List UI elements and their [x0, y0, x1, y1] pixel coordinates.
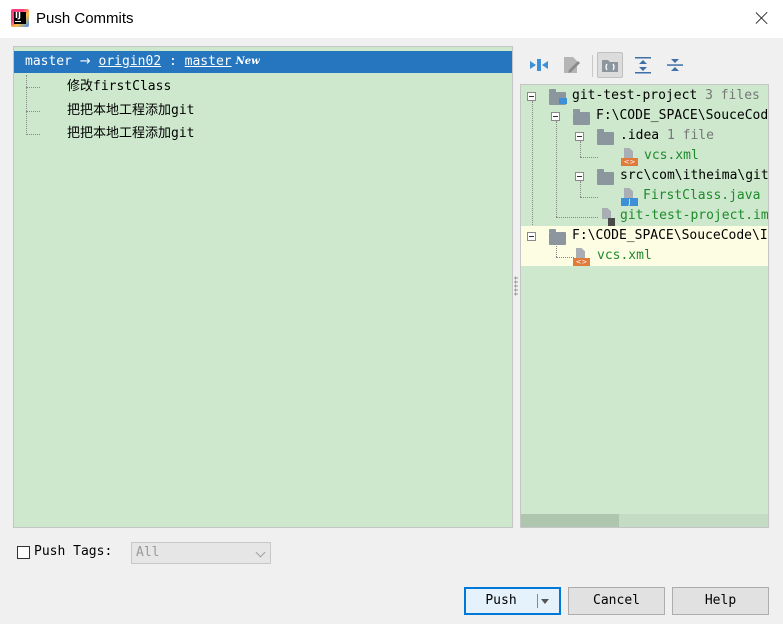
- cancel-button[interactable]: Cancel: [568, 587, 665, 615]
- folder-icon: [597, 129, 614, 145]
- branch-separator: :: [168, 54, 177, 69]
- tree-node-root-path[interactable]: F:\CODE_SPACE\SouceCode\git-test-project: [596, 106, 768, 126]
- new-badge: New: [235, 56, 260, 67]
- chevron-down-icon: [255, 547, 266, 558]
- remote-branch-link[interactable]: master: [185, 54, 232, 69]
- dropdown-arrow-icon[interactable]: [541, 599, 549, 604]
- local-branch: master: [25, 54, 72, 69]
- help-button[interactable]: Help: [672, 587, 769, 615]
- java-file-icon: J: [621, 188, 639, 206]
- tree-node-idea[interactable]: .idea 1 file: [620, 126, 714, 146]
- commit-row[interactable]: 修改firstClass: [14, 75, 512, 99]
- folder-icon: [597, 169, 614, 185]
- title-bar: IJ Push Commits: [0, 0, 783, 38]
- folder-icon: [549, 229, 566, 245]
- collapse-toggle[interactable]: [551, 112, 560, 121]
- collapse-toggle[interactable]: [527, 92, 536, 101]
- expand-all-icon[interactable]: [630, 52, 656, 78]
- push-arrow-icon: →: [79, 54, 91, 69]
- tree-node-file[interactable]: FirstClass.java: [643, 186, 760, 206]
- close-icon[interactable]: [753, 9, 771, 27]
- commit-row[interactable]: 把把本地工程添加git: [14, 99, 512, 123]
- push-tags-select: All: [131, 542, 271, 564]
- splitter-handle[interactable]: [514, 276, 518, 296]
- expand-collapse-icon[interactable]: [526, 52, 552, 78]
- file-count: 3 files: [705, 88, 760, 103]
- xml-file-icon: <>: [573, 248, 591, 266]
- window-title: Push Commits: [36, 10, 134, 27]
- tree-node-file[interactable]: git-test-project.iml: [620, 206, 768, 226]
- tree-node-project[interactable]: git-test-project 3 files: [572, 86, 760, 106]
- commit-list: 修改firstClass 把把本地工程添加git 把把本地工程添加git: [14, 75, 512, 146]
- tree-node-file[interactable]: vcs.xml: [644, 146, 699, 166]
- push-tags-label: Push Tags:: [34, 544, 113, 559]
- file-count: 1 file: [666, 128, 714, 143]
- group-by-directory-icon[interactable]: [597, 52, 623, 78]
- collapse-toggle[interactable]: [575, 132, 584, 141]
- commit-row[interactable]: 把把本地工程添加git: [14, 122, 512, 146]
- iml-file-icon: [599, 208, 617, 226]
- collapse-toggle[interactable]: [527, 232, 536, 241]
- edit-source-icon[interactable]: [558, 52, 584, 78]
- changed-files-tree: git-test-project 3 files F:\CODE_SPACE\S…: [520, 84, 769, 528]
- collapse-toggle[interactable]: [575, 172, 584, 181]
- push-button[interactable]: Push: [464, 587, 561, 615]
- horizontal-scrollbar[interactable]: [521, 514, 768, 527]
- tree-node-src[interactable]: src\com\itheima\git: [620, 166, 768, 186]
- tree-node-second-root[interactable]: F:\CODE_SPACE\SouceCode\IdeaProjects: [572, 226, 768, 246]
- xml-file-icon: <>: [621, 148, 639, 166]
- intellij-app-icon: IJ: [11, 9, 29, 27]
- branch-header-row[interactable]: master → origin02 : master New: [14, 51, 512, 73]
- commit-message: 修改firstClass: [67, 79, 172, 94]
- folder-icon: [573, 109, 590, 125]
- scrollbar-thumb[interactable]: [521, 514, 619, 527]
- push-tags-checkbox[interactable]: [17, 546, 30, 559]
- commit-message: 把把本地工程添加git: [67, 126, 195, 141]
- tree-node-file[interactable]: vcs.xml: [597, 246, 652, 266]
- remote-link[interactable]: origin02: [99, 54, 162, 69]
- commit-message: 把把本地工程添加git: [67, 102, 195, 118]
- commits-panel: master → origin02 : master New 修改firstCla…: [13, 46, 513, 528]
- collapse-all-icon[interactable]: [662, 52, 688, 78]
